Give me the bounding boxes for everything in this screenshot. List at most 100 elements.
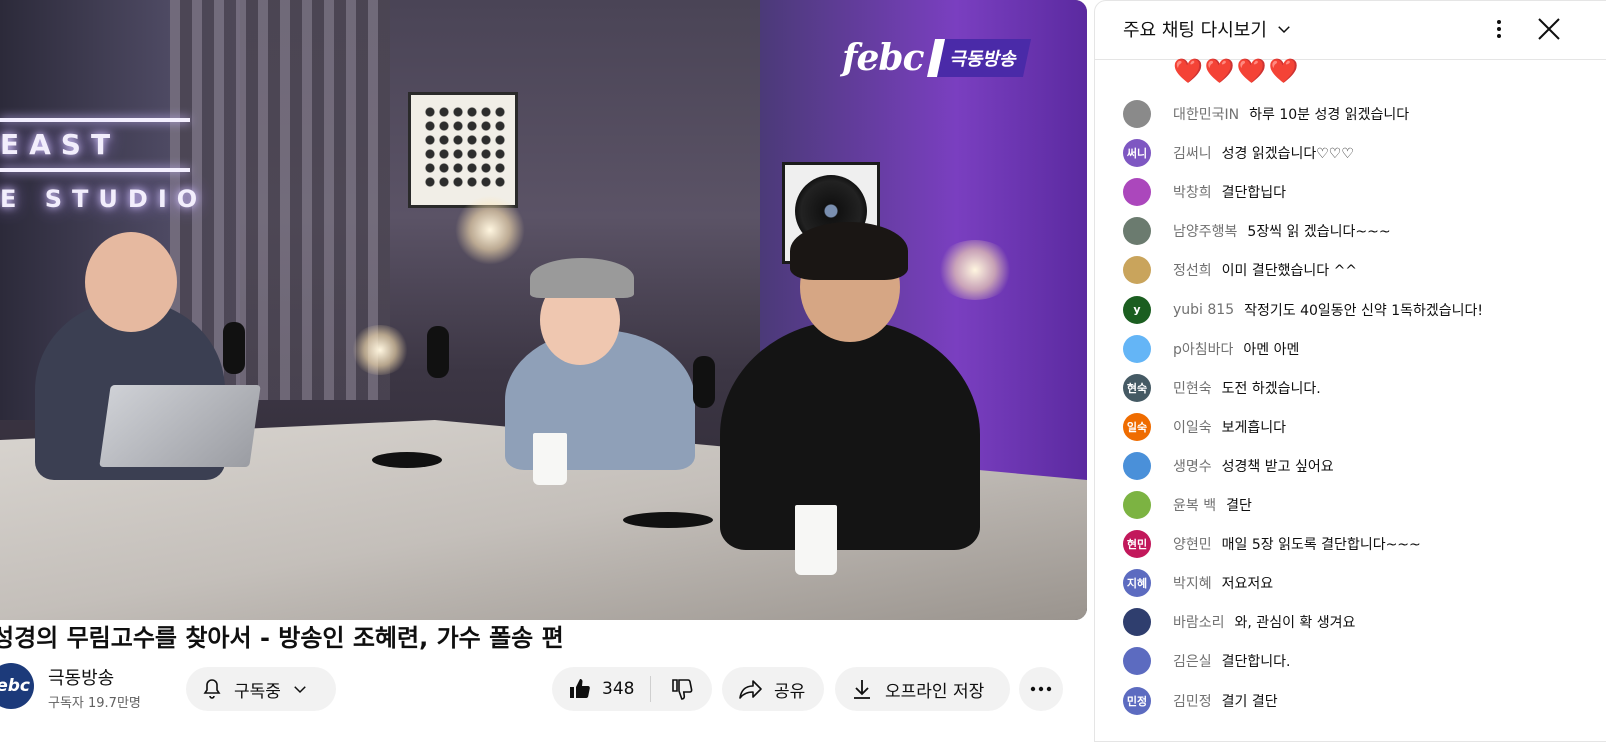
guest2-hair — [790, 222, 908, 280]
chat-message[interactable]: 정선희 이미 결단했습니다 ^^ — [1123, 254, 1357, 286]
chat-author[interactable]: 생명수 — [1173, 456, 1212, 476]
share-button[interactable]: 공유 — [722, 667, 824, 711]
user-avatar[interactable]: 현숙 — [1123, 373, 1151, 402]
user-avatar[interactable] — [1123, 451, 1151, 480]
download-button[interactable]: 오프라인 저장 — [835, 667, 1010, 711]
user-avatar[interactable]: 지혜 — [1123, 569, 1151, 598]
chat-title: 주요 채팅 다시보기 — [1123, 20, 1267, 41]
subscribe-button[interactable]: 구독중 — [186, 667, 336, 711]
chat-message[interactable]: 일숙 이일숙 보게흡니다 — [1123, 411, 1286, 443]
host-head — [85, 232, 177, 332]
lamp-glow-right — [935, 240, 1015, 300]
chat-text: 와, 관심이 확 생겨요 — [1234, 615, 1356, 632]
user-avatar[interactable] — [1123, 608, 1151, 637]
share-label: 공유 — [774, 681, 806, 702]
guest1-hat — [530, 258, 634, 298]
chat-menu-button[interactable] — [1487, 15, 1511, 43]
chat-text: 5장씩 읽 겠습니다~~~ — [1247, 224, 1391, 241]
mic-stand — [372, 452, 442, 468]
share-icon — [739, 680, 762, 699]
microphone-3 — [223, 322, 245, 374]
channel-name[interactable]: 극동방송 — [48, 664, 114, 690]
chat-author[interactable]: 박창희 — [1173, 182, 1212, 202]
watermark-logo: febc — [842, 37, 924, 79]
chat-text: 도전 하겠습니다. — [1221, 380, 1321, 397]
chat-message[interactable]: 현숙 민현숙 도전 하겠습니다. — [1123, 372, 1321, 404]
microphone — [427, 326, 449, 378]
chat-author[interactable]: 윤복 백 — [1173, 495, 1216, 515]
chat-author[interactable]: 김써니 — [1173, 143, 1212, 163]
user-avatar[interactable]: 민정 — [1123, 686, 1151, 715]
chat-message[interactable]: 생명수 성경책 받고 싶어요 — [1123, 450, 1334, 482]
user-avatar[interactable] — [1123, 100, 1151, 128]
neon-sign-line1: EAST — [0, 128, 121, 161]
user-avatar[interactable] — [1123, 647, 1151, 676]
chat-message[interactable]: 남양주행복 5장씩 읽 겠습니다~~~ — [1123, 215, 1391, 247]
like-count: 348 — [602, 679, 635, 699]
chat-message[interactable]: 써니 김써니 성경 읽겠습니다♡♡♡ — [1123, 137, 1354, 169]
chat-author[interactable]: 대한민국IN — [1173, 104, 1239, 124]
chat-message[interactable]: 바람소리 와, 관심이 확 생겨요 — [1123, 606, 1355, 638]
more-horizontal-icon — [1030, 686, 1052, 692]
channel-avatar[interactable]: ebc — [0, 663, 34, 709]
chat-text: 결단 — [1226, 498, 1252, 514]
chat-text: 결기 결단 — [1221, 693, 1278, 710]
user-avatar[interactable] — [1123, 217, 1151, 246]
chat-message[interactable]: 윤복 백 결단 — [1123, 489, 1252, 521]
lamp-glow — [455, 195, 525, 265]
user-avatar[interactable]: y — [1123, 295, 1151, 324]
chat-text: 성경책 받고 싶어요 — [1221, 458, 1334, 475]
chat-text: 하루 10분 성경 읽겠습니다 — [1249, 107, 1410, 123]
chat-message[interactable]: 박창희 결단합닙다 — [1123, 176, 1286, 208]
chat-author[interactable]: 민현숙 — [1173, 378, 1212, 398]
chat-author[interactable]: yubi 815 — [1173, 302, 1234, 318]
chat-author[interactable]: 정선희 — [1173, 260, 1212, 280]
chat-message[interactable]: 현민 양현민 매일 5장 읽도록 결단합니다~~~ — [1123, 528, 1421, 560]
microphone-2 — [693, 356, 715, 408]
user-avatar[interactable]: 일숙 — [1123, 412, 1151, 441]
chat-message[interactable]: 민정 김민정 결기 결단 — [1123, 685, 1278, 717]
dislike-button[interactable] — [651, 667, 712, 711]
chat-author[interactable]: 이일숙 — [1173, 417, 1212, 437]
user-avatar[interactable] — [1123, 491, 1151, 519]
chat-message[interactable]: y yubi 815 작정기도 40일동안 신약 1독하겠습니다! — [1123, 294, 1483, 326]
chat-message[interactable]: 지혜 박지혜 저요저요 — [1123, 567, 1273, 599]
neon-line-top — [0, 118, 190, 122]
user-avatar[interactable] — [1123, 256, 1151, 285]
chat-text: 매일 5장 읽도록 결단합니다~~~ — [1221, 537, 1421, 554]
chat-author[interactable]: 바람소리 — [1173, 612, 1225, 632]
chat-author[interactable]: 김민정 — [1173, 691, 1212, 711]
chat-header: 주요 채팅 다시보기 — [1095, 1, 1606, 60]
user-avatar[interactable]: 현민 — [1123, 530, 1151, 559]
user-avatar[interactable] — [1123, 334, 1151, 363]
chat-message[interactable]: p아침바다 아멘 아멘 — [1123, 333, 1299, 365]
chat-hearts-message: ❤️❤️❤️❤️ — [1173, 57, 1301, 85]
neon-sign-line2: E STUDIO — [0, 185, 208, 213]
laptop — [99, 385, 261, 467]
chat-text: 아멘 아멘 — [1243, 341, 1300, 358]
user-avatar[interactable]: 써니 — [1123, 139, 1151, 168]
chat-message[interactable]: 대한민국IN 하루 10분 성경 읽겠습니다 — [1123, 98, 1409, 130]
chat-text: 결단합니다. — [1221, 654, 1291, 671]
chat-author[interactable]: 박지혜 — [1173, 573, 1212, 593]
chat-message[interactable]: 김은실 결단합니다. — [1123, 645, 1291, 677]
paper-cup-2 — [795, 505, 837, 575]
chat-author[interactable]: 남양주행복 — [1173, 221, 1237, 241]
watermark-text: 극동방송 — [927, 39, 1032, 77]
more-actions-button[interactable] — [1019, 667, 1063, 711]
video-player[interactable]: EAST E STUDIO febc 극동방송 — [0, 0, 1087, 620]
neon-line-mid — [0, 168, 190, 172]
subscriber-count: 구독자 19.7만명 — [48, 696, 141, 711]
wall-poster — [408, 92, 518, 208]
chat-author[interactable]: 양현민 — [1173, 534, 1212, 554]
chat-text: 보게흡니다 — [1221, 419, 1287, 436]
chat-author[interactable]: 김은실 — [1173, 651, 1212, 671]
bell-icon — [203, 679, 221, 699]
user-avatar[interactable] — [1123, 178, 1151, 207]
close-icon[interactable] — [1533, 13, 1565, 45]
chat-author[interactable]: p아침바다 — [1173, 339, 1233, 359]
chat-mode-dropdown[interactable]: 주요 채팅 다시보기 — [1123, 16, 1293, 42]
like-button[interactable]: 348 — [552, 667, 650, 711]
subscribe-label: 구독중 — [234, 681, 281, 702]
chat-replay-panel: 주요 채팅 다시보기 ❤️❤️❤️❤️ 대한민국IN 하루 10분 성경 읽겠습니… — [1094, 0, 1606, 742]
